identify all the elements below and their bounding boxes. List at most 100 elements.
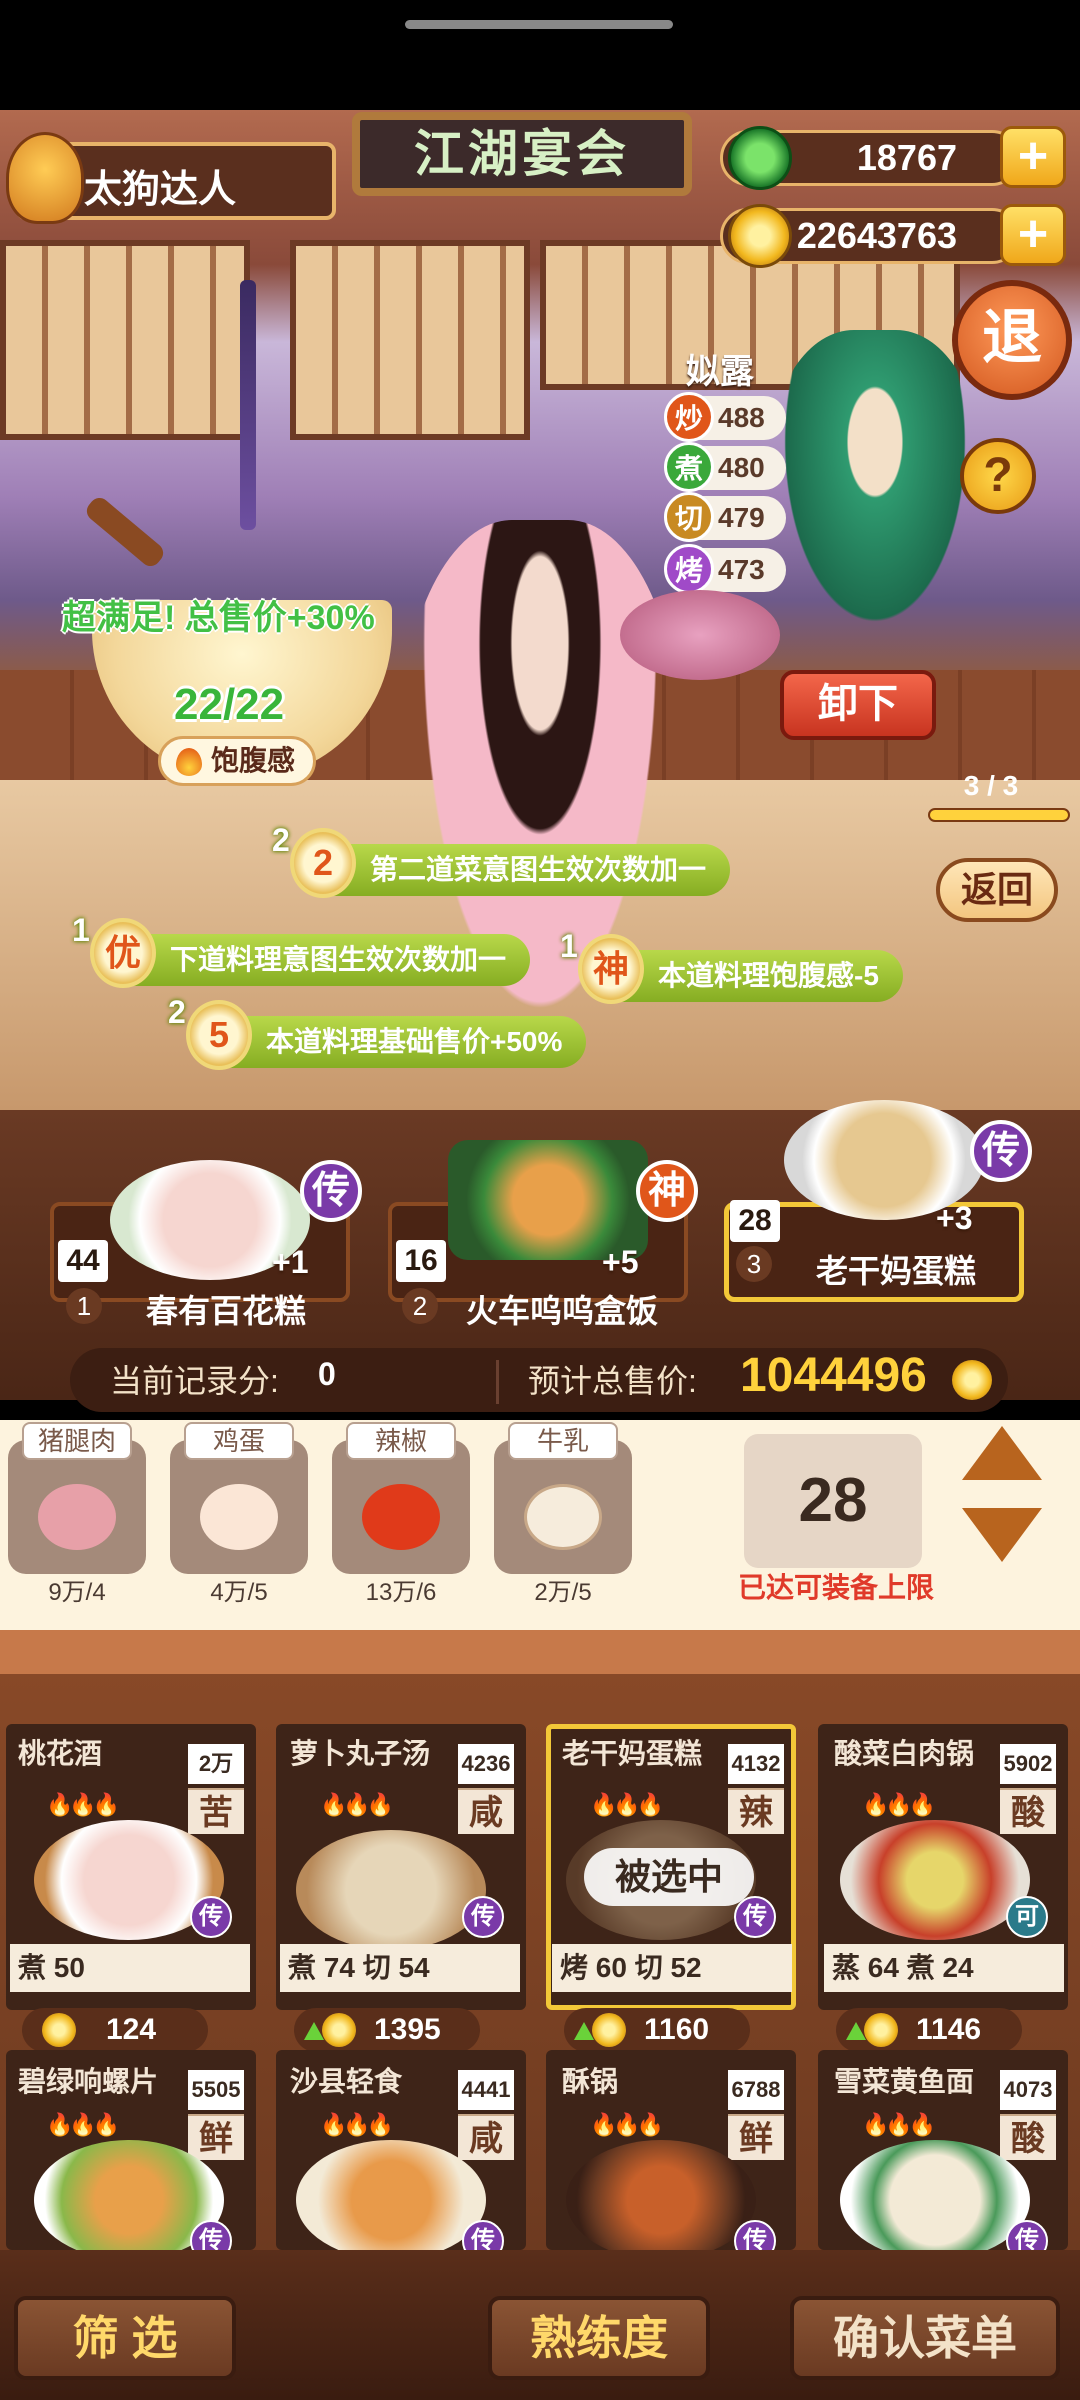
menu-price-value: 124 bbox=[106, 2013, 157, 2046]
exit-button[interactable]: 退 bbox=[952, 280, 1072, 400]
dish-index: 2 bbox=[402, 1288, 438, 1324]
effect-text: 第二道菜意图生效次数加一 bbox=[370, 854, 707, 885]
gold-coin-icon bbox=[864, 2013, 898, 2047]
heat-fires-icon: 🔥🔥🔥 bbox=[46, 2112, 120, 2137]
dish-image bbox=[448, 1140, 648, 1260]
estimated-price-label: 预计总售价: bbox=[528, 1363, 697, 1399]
dish-index: 1 bbox=[66, 1288, 102, 1324]
menu-price-value: 1146 bbox=[916, 2013, 982, 2046]
hanging-tassel bbox=[240, 280, 256, 530]
increase-arrow-icon[interactable] bbox=[962, 1426, 1042, 1480]
chili-icon bbox=[362, 1484, 440, 1550]
grade-badge: 传 bbox=[462, 1896, 504, 1938]
player-name: 太狗达人 bbox=[84, 169, 237, 211]
grade-badge: 传 bbox=[300, 1160, 362, 1222]
menu-price: 1146 bbox=[836, 2008, 1022, 2052]
menu-tag: 5902 bbox=[1000, 1744, 1056, 1784]
menu-dish-name: 萝卜丸子汤 bbox=[290, 1738, 431, 1769]
unload-button[interactable]: 卸下 bbox=[780, 670, 936, 740]
menu-dish-image bbox=[840, 1820, 1030, 1940]
effect-count: 1 bbox=[560, 928, 578, 964]
skill-value: 480 bbox=[718, 452, 765, 483]
chef-skill-roast: 烤 473 bbox=[664, 544, 786, 594]
menu-tag: 4132 bbox=[728, 1744, 784, 1784]
effect-tag: 1 神 本道料理饱腹感-5 bbox=[560, 928, 903, 1004]
egg-icon bbox=[200, 1484, 278, 1550]
fire-icon bbox=[176, 748, 202, 776]
menu-skill-requirement: 烤 60 切 52 bbox=[552, 1944, 792, 1992]
dish-name: 春有百花糕 bbox=[146, 1293, 307, 1329]
menu-dish-image bbox=[296, 1830, 486, 1950]
dish-bonus: +3 bbox=[936, 1200, 973, 1236]
ingredient-name: 牛乳 bbox=[508, 1422, 618, 1460]
effect-badge-icon: 5 bbox=[186, 1000, 252, 1070]
ingredient-name: 辣椒 bbox=[346, 1422, 456, 1460]
effect-tag: 1 优 下道料理意图生效次数加一 bbox=[72, 912, 531, 988]
satiety-value: 22/22 bbox=[174, 680, 285, 729]
proficiency-button[interactable]: 熟练度 bbox=[488, 2296, 710, 2380]
page-progress-bar bbox=[928, 808, 1070, 822]
grade-badge: 传 bbox=[734, 1896, 776, 1938]
skill-value: 479 bbox=[718, 502, 765, 533]
gold-coin-icon bbox=[322, 2013, 356, 2047]
grade-badge: 传 bbox=[190, 1896, 232, 1938]
heat-fires-icon: 🔥🔥🔥 bbox=[590, 2112, 664, 2137]
stir-fry-icon: 炒 bbox=[664, 392, 714, 442]
dish-bonus: +5 bbox=[602, 1244, 639, 1280]
menu-skill-requirement: 蒸 64 煮 24 bbox=[824, 1944, 1064, 1992]
ingredient-name: 猪腿肉 bbox=[22, 1422, 132, 1460]
effect-text: 本道料理饱腹感-5 bbox=[658, 960, 879, 991]
decrease-arrow-icon[interactable] bbox=[962, 1508, 1042, 1562]
window-panel bbox=[0, 240, 250, 440]
menu-dish-name: 老干妈蛋糕 bbox=[562, 1738, 703, 1769]
menu-tag: 5505 bbox=[188, 2070, 244, 2110]
dish-name: 火车呜呜盒饭 bbox=[466, 1293, 659, 1329]
heat-fires-icon: 🔥🔥🔥 bbox=[590, 1792, 664, 1817]
gold-coin-icon bbox=[728, 204, 792, 268]
menu-price-value: 1160 bbox=[644, 2013, 710, 2046]
effect-count: 2 bbox=[168, 994, 186, 1030]
menu-tag: 2万 bbox=[188, 1744, 244, 1784]
menu-dish-name: 酸菜白肉锅 bbox=[834, 1738, 975, 1769]
menu-dish-name: 酥锅 bbox=[562, 2066, 619, 2097]
boil-icon: 煮 bbox=[664, 442, 714, 492]
menu-tag: 6788 bbox=[728, 2070, 784, 2110]
effect-tag: 2 2 第二道菜意图生效次数加一 bbox=[272, 822, 731, 898]
window-panel bbox=[290, 240, 530, 440]
menu-dish-image bbox=[840, 2140, 1030, 2260]
help-button[interactable]: ? bbox=[960, 438, 1036, 514]
chef-skill-boil: 煮 480 bbox=[664, 442, 786, 492]
flavor-badge: 辣 bbox=[728, 1788, 784, 1834]
estimated-price-value: 1044496 bbox=[740, 1349, 927, 1402]
add-jade-button[interactable]: + bbox=[1000, 126, 1066, 188]
back-button[interactable]: 返回 bbox=[936, 858, 1058, 922]
status-bar bbox=[0, 0, 1080, 110]
menu-price-value: 1395 bbox=[374, 2013, 441, 2046]
record-score-label: 当前记录分: bbox=[110, 1363, 279, 1399]
menu-tag: 4073 bbox=[1000, 2070, 1056, 2110]
effect-count: 2 bbox=[272, 822, 290, 858]
chef-character[interactable] bbox=[770, 330, 980, 650]
heat-fires-icon: 🔥🔥🔥 bbox=[862, 2112, 936, 2137]
dish-bonus: +1 bbox=[272, 1244, 309, 1280]
menu-dish-name: 碧绿响螺片 bbox=[18, 2066, 159, 2097]
flavor-badge: 咸 bbox=[458, 1788, 514, 1834]
grade-badge: 神 bbox=[636, 1160, 698, 1222]
gold-coin-icon bbox=[592, 2013, 626, 2047]
menu-dish-image bbox=[566, 2140, 756, 2260]
cooking-pot bbox=[620, 590, 780, 680]
ingredient-qty: 2万/5 bbox=[534, 1579, 592, 1606]
confirm-menu-button[interactable]: 确认菜单 bbox=[790, 2296, 1060, 2380]
price-up-arrow-icon bbox=[304, 2022, 324, 2040]
skill-value: 473 bbox=[718, 554, 765, 585]
filter-button[interactable]: 筛 选 bbox=[14, 2296, 236, 2380]
chef-skill-stir-fry: 炒 488 bbox=[664, 392, 786, 442]
grade-badge: 可 bbox=[1006, 1896, 1048, 1938]
effect-text: 下道料理意图生效次数加一 bbox=[170, 944, 507, 975]
flavor-badge: 苦 bbox=[188, 1788, 244, 1834]
menu-price: 1160 bbox=[564, 2008, 750, 2052]
player-avatar[interactable] bbox=[6, 132, 84, 224]
add-gold-button[interactable]: + bbox=[1000, 204, 1066, 266]
price-up-arrow-icon bbox=[846, 2022, 866, 2040]
effect-badge-icon: 优 bbox=[90, 918, 156, 988]
